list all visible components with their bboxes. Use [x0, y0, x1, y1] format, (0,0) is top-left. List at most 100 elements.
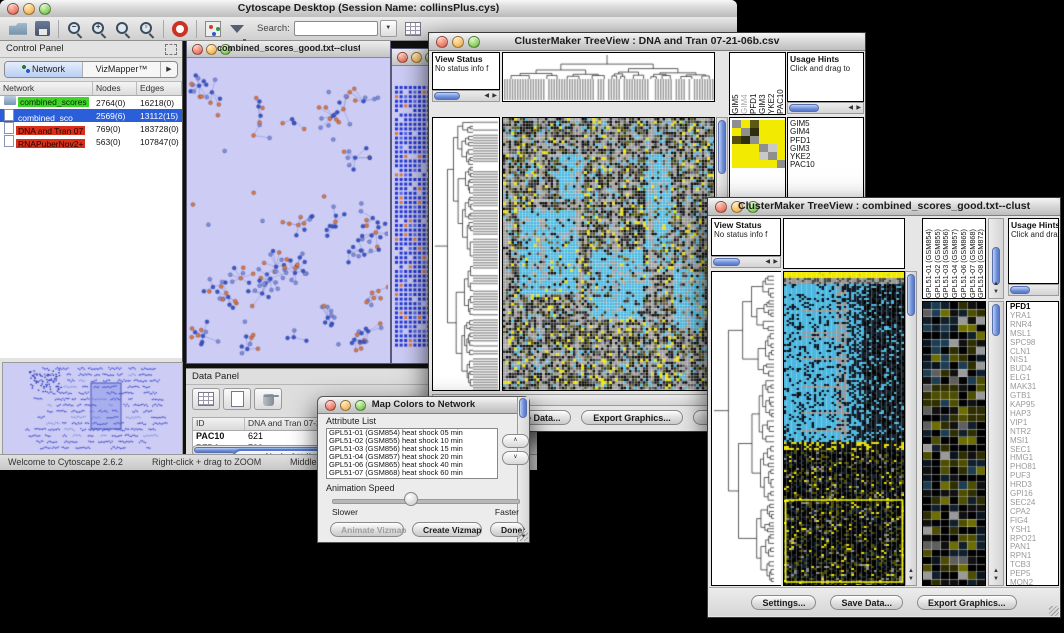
close-button[interactable] — [397, 52, 408, 63]
row-dendrogram[interactable] — [432, 117, 500, 391]
table-icon[interactable] — [192, 388, 220, 410]
heatmap-global-view[interactable] — [783, 271, 905, 586]
close-button[interactable] — [436, 36, 448, 48]
heatmap-global-view[interactable] — [502, 117, 715, 391]
matrix-cell[interactable] — [741, 136, 750, 144]
gene-label[interactable]: GTB1 — [1010, 392, 1058, 401]
close-button[interactable] — [325, 400, 336, 411]
scroll-left-icon[interactable]: ◀ — [848, 104, 853, 113]
column-label[interactable]: YKE2 — [767, 53, 776, 114]
animate-vizmap-button[interactable]: Animate Vizmap — [330, 522, 404, 537]
column-dendrogram[interactable] — [502, 52, 715, 102]
gene-label[interactable]: PAC10 — [790, 161, 863, 169]
settings-button[interactable]: Settings... — [751, 595, 816, 610]
main-titlebar[interactable]: Cytoscape Desktop (Session Name: collins… — [0, 0, 737, 18]
save-data-button[interactable]: Save Data... — [830, 595, 903, 610]
help-lifering-icon[interactable] — [168, 19, 192, 39]
gene-label[interactable]: GIM5 — [790, 120, 863, 128]
row-dendrogram[interactable] — [711, 271, 781, 586]
gene-label[interactable]: HRD3 — [1010, 481, 1058, 490]
scroll-up-icon[interactable]: ▲ — [989, 280, 1003, 288]
column-label[interactable]: GPL51-07 (GSM868) — [968, 219, 977, 298]
network-list-row[interactable]: DNA and Tran 07769(0)183728(0) — [0, 122, 182, 135]
gene-label[interactable]: SPC98 — [1010, 339, 1058, 348]
matrix-cell[interactable] — [768, 160, 777, 168]
network-list-row[interactable]: combined_scores2764(0)16218(0) — [0, 96, 182, 109]
matrix-cell[interactable] — [768, 120, 777, 128]
matrix-cell[interactable] — [777, 144, 786, 152]
gene-label[interactable]: HMG1 — [1010, 454, 1058, 463]
heatmap-vscrollbar[interactable]: ▲ ▼ — [905, 271, 917, 586]
zoom-in-icon[interactable]: + — [87, 19, 111, 39]
matrix-cell[interactable] — [741, 128, 750, 136]
scrollbar-thumb[interactable] — [907, 274, 915, 316]
treeview1-titlebar[interactable]: ClusterMaker TreeView : DNA and Tran 07-… — [429, 33, 865, 51]
move-down-button[interactable]: ∨ — [502, 451, 529, 465]
gene-label[interactable]: MSL1 — [1010, 330, 1058, 339]
gene-label[interactable]: MSI1 — [1010, 437, 1058, 446]
usage-hints-hscrollbar[interactable]: ◀ ▶ — [787, 102, 864, 114]
network-canvas[interactable] — [187, 58, 388, 363]
gene-label[interactable]: TCB3 — [1010, 561, 1058, 570]
matrix-cell[interactable] — [732, 144, 741, 152]
move-up-button[interactable]: ∧ — [502, 434, 529, 448]
gene-label[interactable]: RNR4 — [1010, 321, 1058, 330]
speed-slider-track[interactable] — [332, 499, 520, 504]
gene-label[interactable]: FIG4 — [1010, 517, 1058, 526]
zoom-vscrollbar[interactable]: ▲ ▼ — [988, 301, 1004, 586]
matrix-cell[interactable] — [750, 128, 759, 136]
network-list-row[interactable]: combined_sco2569(6)13112(15) — [0, 109, 182, 122]
matrix-cell[interactable] — [750, 144, 759, 152]
speed-slider-thumb[interactable] — [404, 492, 418, 506]
gene-label[interactable]: PFD1 — [1010, 303, 1058, 312]
matrix-cell[interactable] — [759, 136, 768, 144]
zoom-heatmap-canvas[interactable] — [923, 302, 985, 585]
matrix-cell[interactable] — [732, 136, 741, 144]
new-page-icon[interactable] — [223, 388, 251, 410]
column-label[interactable]: GIM3 — [758, 53, 767, 114]
scrollbar-thumb[interactable] — [519, 398, 527, 418]
heatmap-canvas[interactable] — [503, 118, 714, 390]
row-dendrogram-canvas[interactable] — [712, 272, 780, 585]
matrix-cell[interactable] — [768, 152, 777, 160]
matrix-cell[interactable] — [777, 160, 786, 168]
matrix-cell[interactable] — [732, 152, 741, 160]
matrix-cell[interactable] — [759, 160, 768, 168]
gene-label[interactable]: VIP1 — [1010, 419, 1058, 428]
network-list-row[interactable]: RNAPuberNov2+563(0)107847(0) — [0, 135, 182, 148]
zoom-out-icon[interactable]: − — [63, 19, 87, 39]
gene-label[interactable]: GIM3 — [790, 145, 863, 153]
gene-label[interactable]: ELG1 — [1010, 374, 1058, 383]
gene-label[interactable]: PFD1 — [790, 137, 863, 145]
scroll-down-icon[interactable]: ▼ — [989, 575, 1003, 583]
export-graphics-button[interactable]: Export Graphics... — [581, 410, 683, 425]
matrix-cell[interactable] — [741, 160, 750, 168]
scrollbar-thumb[interactable] — [789, 104, 819, 112]
gene-label[interactable]: SEC24 — [1010, 499, 1058, 508]
create-vizmap-button[interactable]: Create Vizmap — [412, 522, 482, 537]
column-label[interactable]: PFD1 — [749, 53, 758, 114]
column-dendrogram-canvas[interactable] — [503, 53, 714, 101]
labels-vscrollbar[interactable]: ▲ ▼ — [988, 218, 1004, 299]
close-button[interactable] — [715, 201, 727, 213]
gene-label[interactable]: GIM4 — [790, 128, 863, 136]
gene-label[interactable]: PHO81 — [1010, 463, 1058, 472]
open-folder-icon[interactable] — [6, 19, 30, 39]
resize-grip[interactable] — [518, 531, 528, 541]
matrix-cell[interactable] — [777, 136, 786, 144]
view-status-hscrollbar[interactable]: ◀ ▶ — [711, 256, 781, 268]
scrollbar-thumb[interactable] — [434, 92, 460, 100]
matrix-cell[interactable] — [759, 152, 768, 160]
matrix-cell[interactable] — [759, 120, 768, 128]
zoom-selected-icon[interactable]: ▫ — [135, 19, 159, 39]
scroll-down-icon[interactable]: ▼ — [989, 288, 1003, 296]
matrix-cell[interactable] — [777, 120, 786, 128]
column-label[interactable]: GPL51-06 (GSM865) — [959, 219, 968, 298]
minimize-button[interactable] — [411, 52, 422, 63]
close-button[interactable] — [7, 3, 19, 15]
matrix-cell[interactable] — [732, 160, 741, 168]
float-panel-icon[interactable] — [165, 44, 177, 55]
gene-label[interactable]: RPN1 — [1010, 552, 1058, 561]
network-overview[interactable] — [2, 362, 183, 456]
scrollbar-thumb[interactable] — [718, 120, 726, 174]
